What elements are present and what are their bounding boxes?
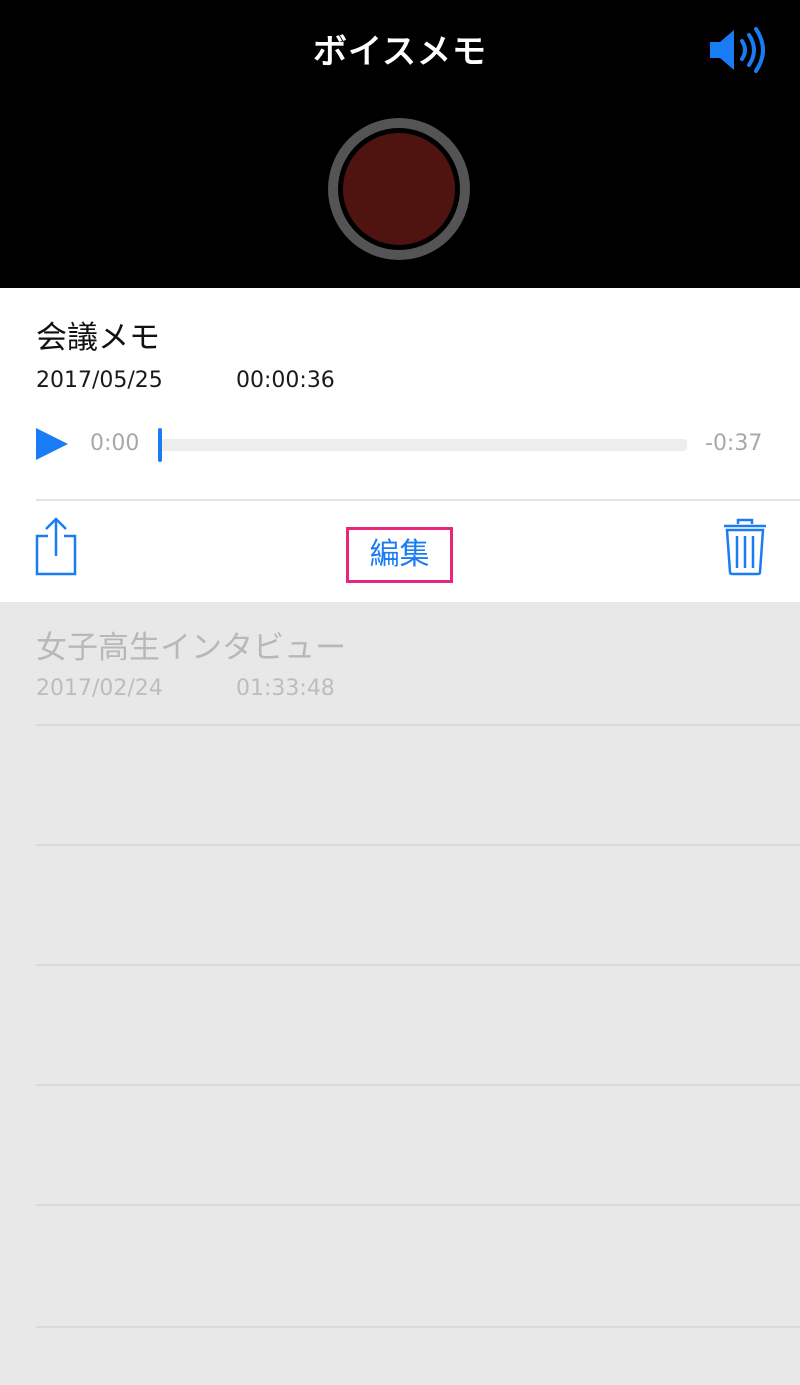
list-item-date: 2017/02/24 <box>36 676 163 701</box>
play-icon[interactable] <box>34 426 70 462</box>
divider <box>36 499 800 501</box>
memo-duration: 00:00:36 <box>236 368 335 393</box>
app-title: ボイスメモ <box>313 32 487 72</box>
row-divider <box>36 844 800 846</box>
app-header: ボイスメモ <box>0 0 800 288</box>
record-ring <box>338 128 460 250</box>
time-elapsed: 0:00 <box>90 431 140 456</box>
memo-card-expanded[interactable]: 会議メモ 2017/05/25 00:00:36 0:00 -0:37 編集 <box>0 288 800 602</box>
record-button[interactable] <box>328 118 470 260</box>
trash-icon[interactable] <box>722 518 768 576</box>
row-divider <box>36 1326 800 1328</box>
row-divider <box>36 1084 800 1086</box>
memo-date: 2017/05/25 <box>36 368 163 393</box>
row-divider <box>36 964 800 966</box>
time-remaining: -0:37 <box>705 431 763 456</box>
speaker-volume-icon[interactable] <box>704 24 770 76</box>
edit-highlight-box: 編集 <box>346 527 453 583</box>
row-divider <box>36 724 800 726</box>
scrubber-handle[interactable] <box>158 428 162 462</box>
record-icon <box>343 133 455 245</box>
list-item-duration: 01:33:48 <box>236 676 335 701</box>
share-icon[interactable] <box>34 516 78 578</box>
progress-track[interactable] <box>161 439 687 451</box>
list-item-title[interactable]: 女子高生インタビュー <box>36 622 346 667</box>
edit-button[interactable]: 編集 <box>349 530 450 580</box>
memo-title: 会議メモ <box>36 320 160 356</box>
row-divider <box>36 1204 800 1206</box>
